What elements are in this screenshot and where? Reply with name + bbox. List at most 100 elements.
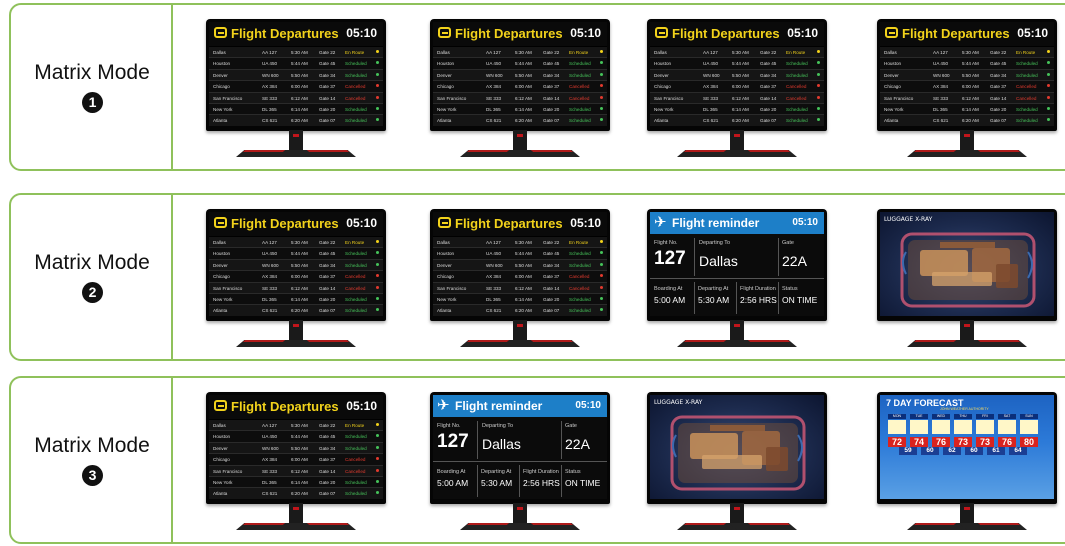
status-dot-icon [817, 118, 820, 122]
xray-luggage-image [670, 415, 806, 491]
status-cell: Scheduled [345, 106, 367, 112]
time-cell: 5:50 AM [291, 72, 308, 78]
departure-board-icon [885, 27, 898, 38]
departures-row: Chicago AX 384 6:00 AM Gate 37 Cancelled [650, 81, 824, 93]
monitor: Flight Departures 05:10 Dallas AA 127 5:30 A… [206, 392, 386, 546]
duration-value: 2:56 HRS [523, 478, 560, 488]
status-dot-icon [376, 84, 379, 88]
matrix-mode-row: Matrix Mode 3 Flight Departures 05:10 Dallas… [9, 376, 1065, 544]
flight-cell: UA 450 [933, 61, 949, 67]
status-cell: En Route [1016, 50, 1036, 55]
mode-title: Matrix Mode [34, 61, 150, 84]
gate-cell: Gate 07 [760, 118, 777, 124]
departure-board-icon [214, 217, 227, 228]
mode-title: Matrix Mode [34, 251, 150, 274]
status-dot-icon [376, 240, 379, 243]
status-dot-icon [600, 262, 603, 266]
status-cell: Scheduled [345, 251, 367, 257]
forecast-low: 60 [921, 447, 939, 455]
time-cell: 5:44 AM [291, 251, 308, 257]
time-cell: 5:50 AM [962, 72, 979, 78]
departures-row: Houston UA 450 5:44 AM Gate 45 Scheduled [433, 248, 607, 260]
status-dot-icon [376, 95, 379, 99]
city-cell: San Francisco [213, 468, 243, 474]
status-cell: Scheduled [569, 118, 591, 124]
departures-row: San Francisco SE 333 6:12 AM Gate 14 Cancell… [433, 282, 607, 294]
departures-row: Denver WN 600 5:50 AM Gate 34 Scheduled [650, 69, 824, 82]
monitor: LUGGAGE X-RAY [877, 209, 1057, 363]
city-cell: New York [884, 106, 904, 112]
monitor: Flight Departures 05:10 Dallas AA 127 5:30 A… [647, 19, 827, 173]
reminder-header: ✈ Flight reminder 05:10 [650, 212, 824, 234]
status-cell: Cancelled [345, 95, 366, 101]
flight-cell: UA 450 [486, 61, 502, 67]
time-cell: 6:14 AM [291, 296, 308, 302]
city-cell: San Francisco [654, 95, 684, 101]
stand-leg [306, 150, 350, 152]
status-cell: Scheduled [345, 479, 367, 485]
divider [561, 421, 562, 459]
monitor-neck [289, 320, 303, 342]
departures-row: New York DL 365 6:14 AM Gate 20 Scheduled [433, 293, 607, 306]
departures-row: Denver WN 600 5:50 AM Gate 34 Scheduled [209, 259, 383, 272]
departures-row: Chicago AX 384 6:00 AM Gate 37 Cancelled [880, 81, 1054, 93]
monitor: Flight Departures 05:10 Dallas AA 127 5:30 A… [430, 209, 610, 363]
time-cell: 6:14 AM [732, 106, 749, 112]
time-cell: 5:30 AM [291, 50, 308, 55]
time-cell: 6:12 AM [962, 95, 979, 101]
status-label: Status [565, 469, 581, 475]
status-cell: Cancelled [1016, 84, 1037, 90]
gate-cell: Gate 37 [319, 274, 336, 280]
status-cell: Scheduled [569, 308, 591, 314]
departures-row: Denver WN 600 5:50 AM Gate 34 Scheduled [433, 69, 607, 82]
monitor-stand [677, 523, 797, 531]
departures-clock: 05:10 [570, 216, 601, 230]
departure-board-icon [655, 27, 668, 38]
status-dot-icon [376, 423, 379, 426]
flight-cell: CS 621 [703, 118, 719, 124]
monitor-screen: ✈ Flight reminder 05:10 Flight No. 127 Depart… [433, 395, 607, 499]
gate-cell: Gate 20 [990, 106, 1007, 112]
flight-cell: UA 450 [703, 61, 719, 67]
flight-cell: WN 600 [262, 445, 279, 451]
stand-leg [242, 150, 286, 152]
gate-cell: Gate 22 [319, 240, 336, 245]
departures-row: San Francisco SE 333 6:12 AM Gate 14 Cancell… [209, 282, 383, 294]
status-cell: En Route [345, 423, 365, 428]
departures-row: San Francisco SE 333 6:12 AM Gate 14 Cancell… [209, 92, 383, 104]
stand-leg [747, 523, 791, 525]
departures-clock: 05:10 [346, 399, 377, 413]
departures-row: Dallas AA 127 5:30 AM Gate 22 En Route [433, 47, 607, 59]
gate-cell: Gate 22 [760, 50, 777, 55]
flight-cell: AA 127 [262, 50, 277, 55]
monitor-bezel: ✈ Flight reminder 05:10 Flight No. 127 Depart… [647, 209, 827, 321]
status-dot-icon [376, 445, 379, 449]
status-dot-icon [376, 50, 379, 53]
mode-title: Matrix Mode [34, 434, 150, 457]
gate-cell: Gate 22 [319, 423, 336, 428]
city-cell: New York [654, 106, 674, 112]
city-cell: San Francisco [437, 285, 467, 291]
divider [778, 282, 779, 314]
monitor-neck [730, 503, 744, 525]
stand-leg [747, 150, 791, 152]
monitor-screen: Flight Departures 05:10 Dallas AA 127 5:30 A… [209, 22, 383, 126]
flight-cell: SE 333 [262, 95, 278, 101]
flight-cell: SE 333 [486, 95, 502, 101]
city-cell: Chicago [213, 274, 230, 280]
time-cell: 5:50 AM [291, 445, 308, 451]
status-dot-icon [376, 251, 379, 255]
status-dot-icon [376, 118, 379, 122]
city-cell: Denver [213, 262, 228, 268]
gate-cell: Gate 20 [319, 106, 336, 112]
departures-clock: 05:10 [1017, 26, 1048, 40]
departures-header: Flight Departures 05:10 [209, 212, 383, 236]
stand-leg [530, 523, 574, 525]
status-dot-icon [600, 84, 603, 88]
city-cell: New York [437, 106, 457, 112]
boarding-label: Boarding At [437, 469, 466, 475]
flight-cell: AX 384 [703, 84, 719, 90]
flight-cell: AX 384 [262, 84, 278, 90]
matrix-mode-row: Matrix Mode 1 Flight Departures 05:10 Dallas… [9, 3, 1065, 171]
gate-cell: Gate 37 [990, 84, 1007, 90]
